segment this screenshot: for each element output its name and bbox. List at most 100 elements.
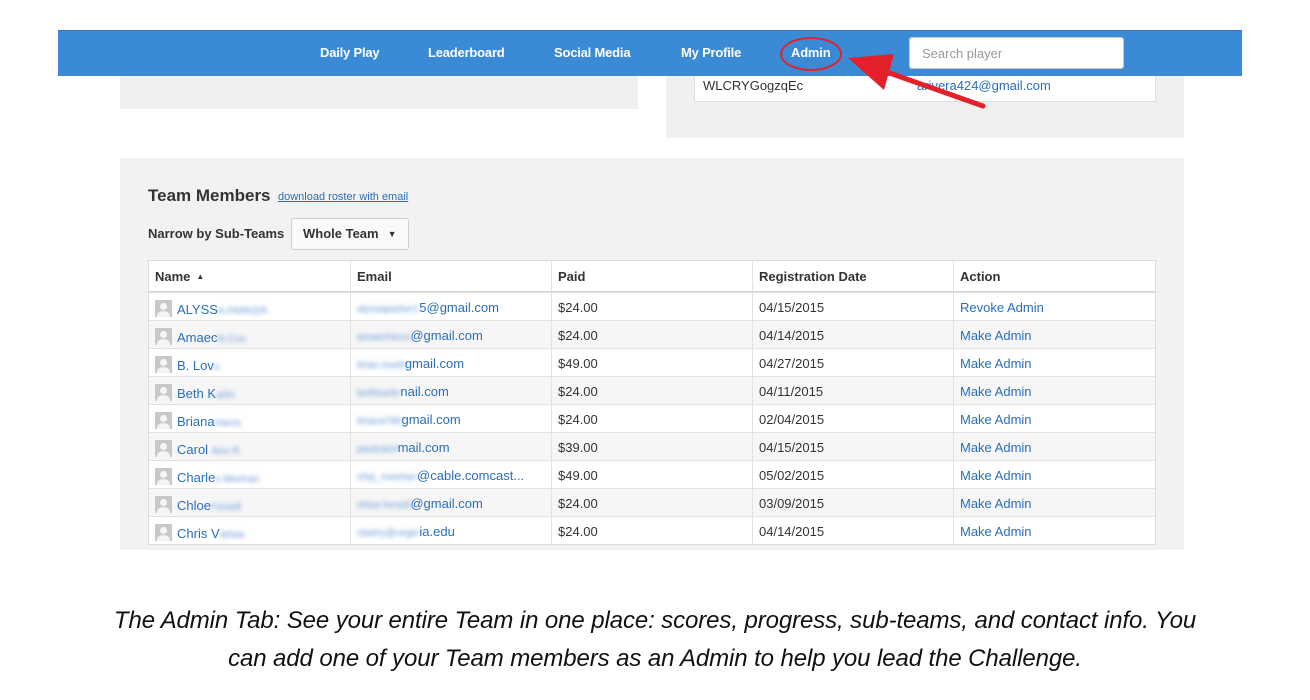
column-header-registration-date[interactable]: Registration Date (752, 261, 953, 291)
column-header-email[interactable]: Email (350, 261, 551, 291)
member-email-cell: chip_meehan@cable.comcast... (350, 461, 551, 488)
table-row: Chris VWhite cbwhy@virginia.edu $24.00 04/1… (149, 516, 1155, 544)
member-email[interactable]: 5@gmail.com (419, 300, 499, 315)
member-registration-date: 02/04/2015 (752, 405, 953, 432)
table-row: Beth Karlin bethkarlinnail.com $24.00 04/11… (149, 376, 1155, 404)
app-screenshot: Daily Play Leaderboard Social Media My P… (58, 30, 1242, 550)
member-email[interactable]: gmail.com (401, 412, 460, 427)
member-name-cell: ALYSSA PARKER (149, 293, 350, 320)
column-header-paid[interactable]: Paid (551, 261, 752, 291)
team-code: WLCRYGogzqEc (703, 78, 804, 93)
member-name[interactable]: B. Lov (177, 358, 214, 373)
narrow-subteams-label: Narrow by Sub-Teams (148, 226, 285, 241)
redacted-email: briana786 (357, 416, 402, 427)
admin-highlight-circle (780, 37, 842, 71)
nav-social-media[interactable]: Social Media (554, 45, 631, 60)
member-name-cell: Amaechi Cox (149, 321, 350, 348)
member-registration-date: 04/27/2015 (752, 349, 953, 376)
redacted-name: arlin (216, 390, 235, 401)
member-action-cell: Make Admin (953, 377, 1157, 404)
avatar (155, 468, 172, 485)
member-name[interactable]: Carol (177, 442, 212, 457)
member-name[interactable]: Chloe (177, 498, 211, 513)
table-row: Charles Meehan chip_meehan@cable.comcast.… (149, 460, 1155, 488)
top-navbar: Daily Play Leaderboard Social Media My P… (58, 30, 1242, 76)
member-email[interactable]: @gmail.com (410, 328, 482, 343)
nav-daily-play[interactable]: Daily Play (320, 45, 380, 60)
table-row: B. Love brian.lovellgmail.com $49.00 04/27/… (149, 348, 1155, 376)
member-paid: $24.00 (551, 377, 752, 404)
member-name[interactable]: Briana (177, 414, 215, 429)
member-email[interactable]: gmail.com (405, 356, 464, 371)
member-email[interactable]: nail.com (400, 384, 448, 399)
member-email-cell: bethkarlinnail.com (350, 377, 551, 404)
member-paid: $49.00 (551, 461, 752, 488)
member-name[interactable]: Amaec (177, 330, 217, 345)
table-row: BrianaHarris briana786gmail.com $24.00 02/0… (149, 404, 1155, 432)
member-name-cell: ChloeForsell (149, 489, 350, 516)
admin-action-link[interactable]: Make Admin (960, 468, 1032, 483)
team-members-title: Team Members (148, 186, 271, 205)
member-email[interactable]: @gmail.com (410, 496, 482, 511)
redacted-email: chloe.forsell (357, 500, 411, 511)
redacted-name: Harris (214, 418, 242, 429)
member-name[interactable]: Charle (177, 470, 215, 485)
member-email[interactable]: ia.edu (419, 524, 454, 539)
redacted-email: brian.lovell (357, 360, 405, 371)
redacted-name: e (213, 362, 220, 373)
member-email-cell: brian.lovellgmail.com (350, 349, 551, 376)
member-paid: $39.00 (551, 433, 752, 460)
nav-my-profile[interactable]: My Profile (681, 45, 741, 60)
nav-leaderboard[interactable]: Leaderboard (428, 45, 505, 60)
member-registration-date: 04/15/2015 (752, 433, 953, 460)
redacted-name: White (219, 530, 246, 541)
download-roster-link[interactable]: download roster with email (278, 191, 408, 203)
admin-action-link[interactable]: Make Admin (960, 440, 1032, 455)
table-row: ChloeForsell chloe.forsell@gmail.com $24.0… (149, 488, 1155, 516)
admin-action-link[interactable]: Make Admin (960, 496, 1032, 511)
admin-action-link[interactable]: Make Admin (960, 412, 1032, 427)
admin-action-link[interactable]: Make Admin (960, 524, 1032, 539)
member-paid: $24.00 (551, 489, 752, 516)
member-registration-date: 04/11/2015 (752, 377, 953, 404)
member-name[interactable]: ALYSS (177, 302, 218, 317)
redacted-email: bethkarlin (357, 388, 401, 399)
column-header-action: Action (953, 261, 1157, 291)
avatar (155, 300, 172, 317)
column-header-name[interactable]: Name ▲ (149, 261, 350, 291)
redacted-email: paulcarol (357, 444, 398, 455)
admin-email[interactable]: arivera424@gmail.com (917, 78, 1051, 93)
member-registration-date: 04/14/2015 (752, 517, 953, 544)
member-email[interactable]: @cable.comcast... (417, 468, 524, 483)
member-action-cell: Make Admin (953, 489, 1157, 516)
member-email[interactable]: mail.com (398, 440, 450, 455)
redacted-email: alyssaparker1 (357, 304, 420, 315)
member-name[interactable]: Chris V (177, 526, 220, 541)
table-body: ALYSSA PARKER alyssaparker15@gmail.com $24… (149, 292, 1155, 544)
table-row: Amaechi Cox amaechicox@gmail.com $24.00 04/… (149, 320, 1155, 348)
table-header-row: Name ▲ Email Paid Registration Date Actio… (149, 261, 1155, 292)
team-code-box: WLCRYGogzqEc arivera424@gmail.com (694, 76, 1156, 102)
member-email-cell: alyssaparker15@gmail.com (350, 293, 551, 320)
member-action-cell: Revoke Admin (953, 293, 1157, 320)
member-paid: $24.00 (551, 405, 752, 432)
caption-line-1: The Admin Tab: See your entire Team in o… (113, 607, 1197, 634)
redacted-email: chip_meehan (357, 472, 418, 483)
admin-action-link[interactable]: Make Admin (960, 356, 1032, 371)
subteam-dropdown[interactable]: Whole Team ▼ (291, 218, 409, 250)
admin-action-link[interactable]: Make Admin (960, 384, 1032, 399)
admin-action-link[interactable]: Make Admin (960, 328, 1032, 343)
avatar (155, 384, 172, 401)
admin-action-link[interactable]: Revoke Admin (960, 300, 1044, 315)
subteam-dropdown-value: Whole Team (303, 226, 379, 241)
member-registration-date: 04/14/2015 (752, 321, 953, 348)
member-name[interactable]: Beth K (177, 386, 216, 401)
search-player-input[interactable] (909, 37, 1124, 69)
member-action-cell: Make Admin (953, 405, 1157, 432)
avatar (155, 328, 172, 345)
member-email-cell: amaechicox@gmail.com (350, 321, 551, 348)
member-name-cell: BrianaHarris (149, 405, 350, 432)
redacted-name: s Meehan (215, 474, 260, 485)
member-email-cell: briana786gmail.com (350, 405, 551, 432)
member-paid: $24.00 (551, 293, 752, 320)
